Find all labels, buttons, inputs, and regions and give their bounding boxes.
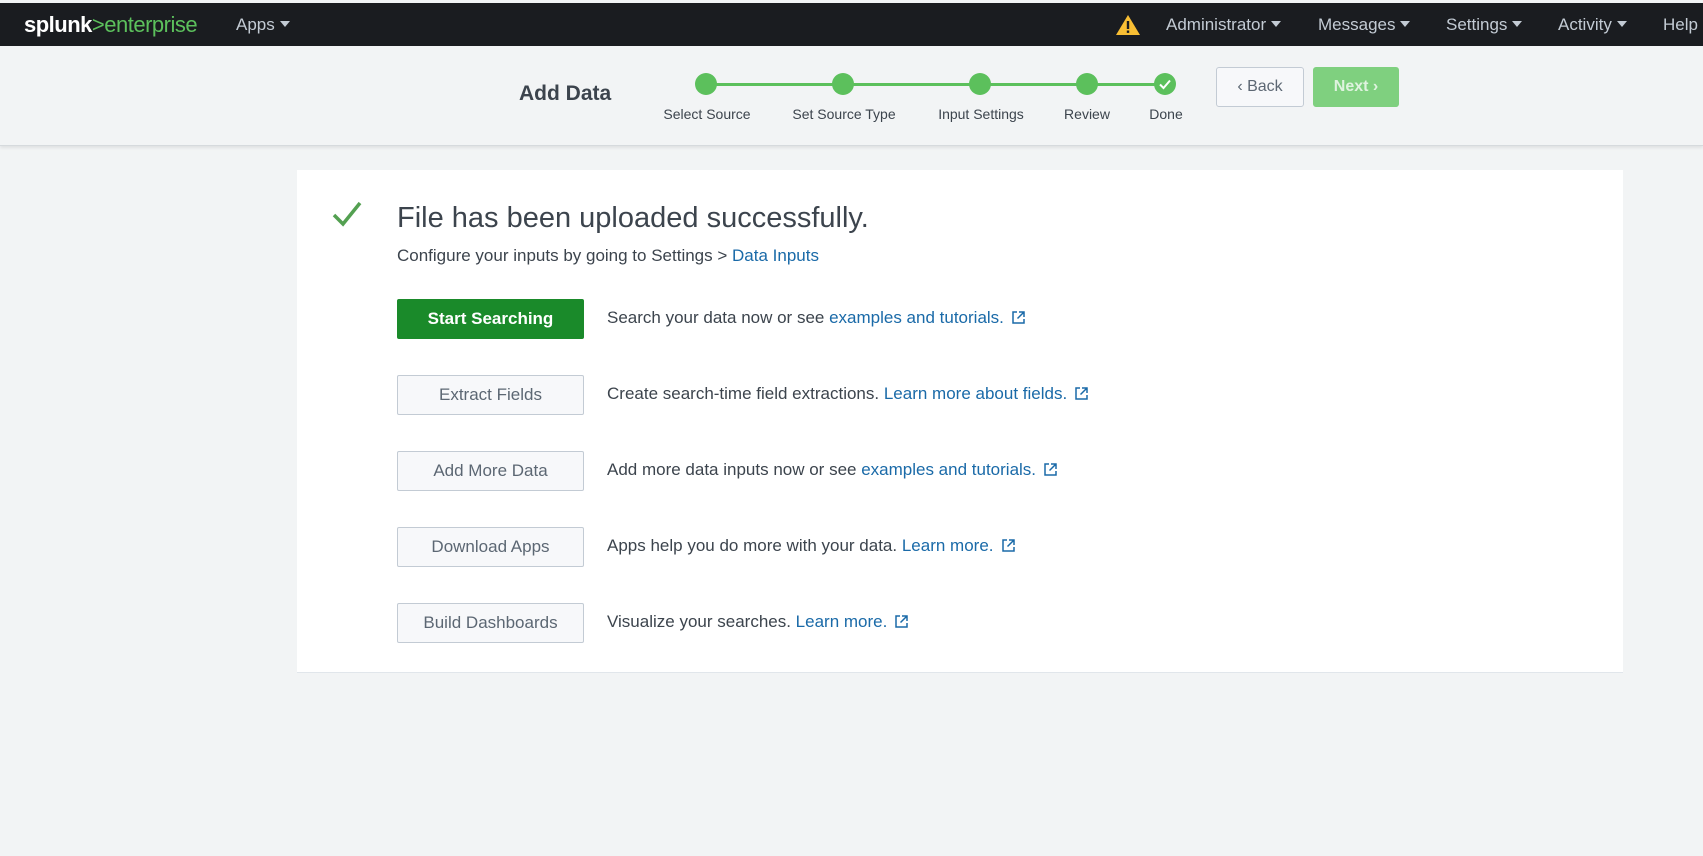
top-nav-bar: splunk>enterprise Apps Administrator Mes… <box>0 3 1703 46</box>
apps-menu[interactable]: Apps <box>236 15 290 35</box>
chevron-right-icon: › <box>1372 78 1379 95</box>
external-link-icon <box>1001 539 1015 552</box>
messages-menu[interactable]: Messages <box>1318 15 1411 35</box>
external-link-icon <box>895 615 909 628</box>
external-link-icon <box>1012 311 1025 324</box>
step-label-select-source: Select Source <box>663 106 751 122</box>
step-select-source-dot <box>695 73 717 95</box>
help-menu-label: Help <box>1663 15 1698 34</box>
step-input-settings-dot <box>969 73 991 95</box>
action-row-add-more-data: Add More Data Add more data inputs now o… <box>397 451 1497 491</box>
step-label-done: Done <box>1149 106 1183 122</box>
examples-tutorials-link[interactable]: examples and tutorials. <box>861 460 1057 479</box>
step-set-source-type-dot <box>832 73 854 95</box>
extract-fields-button[interactable]: Extract Fields <box>397 375 584 415</box>
action-description-text: Create search-time field extractions. <box>607 384 884 403</box>
activity-menu-label: Activity <box>1558 15 1612 34</box>
page-title: Add Data <box>519 82 612 105</box>
apps-menu-label: Apps <box>236 15 275 34</box>
checkmark-icon <box>332 201 362 227</box>
build-dashboards-button[interactable]: Build Dashboards <box>397 603 584 643</box>
external-link-icon <box>1075 387 1088 400</box>
action-description-text: Visualize your searches. <box>607 612 796 631</box>
examples-tutorials-link[interactable]: examples and tutorials. <box>829 308 1025 327</box>
logo-splunk: splunk <box>24 12 92 37</box>
link-text: examples and tutorials. <box>861 460 1037 479</box>
help-menu[interactable]: Help <box>1663 15 1698 35</box>
download-apps-button[interactable]: Download Apps <box>397 527 584 567</box>
action-row-start-searching: Start Searching Search your data now or … <box>397 299 1497 339</box>
add-more-data-button[interactable]: Add More Data <box>397 451 584 491</box>
chevron-down-icon <box>1616 20 1627 27</box>
step-label-input-settings: Input Settings <box>938 106 1024 122</box>
chevron-left-icon: ‹ <box>1237 78 1243 95</box>
external-link-icon <box>1044 463 1057 476</box>
settings-menu-label: Settings <box>1446 15 1508 34</box>
learn-more-link[interactable]: Learn more. <box>796 612 909 631</box>
step-done-check-icon <box>1154 73 1176 95</box>
splunk-enterprise-logo[interactable]: splunk>enterprise <box>24 12 198 38</box>
next-button[interactable]: Next › <box>1313 67 1399 107</box>
link-text: Learn more about fields. <box>883 384 1068 403</box>
learn-more-link[interactable]: Learn more. <box>902 536 1015 555</box>
action-description-text: Apps help you do more with your data. <box>607 536 902 555</box>
link-text: Learn more. <box>795 612 888 631</box>
administrator-menu-label: Administrator <box>1166 15 1267 34</box>
next-button-label: Next <box>1333 78 1369 95</box>
upload-success-panel: File has been uploaded successfully. Con… <box>297 170 1623 673</box>
action-description-text: Add more data inputs now or see <box>607 460 862 479</box>
logo-enterprise: enterprise <box>104 12 198 37</box>
add-more-data-description: Add more data inputs now or see examples… <box>607 460 1057 480</box>
activity-menu[interactable]: Activity <box>1558 15 1627 35</box>
back-button[interactable]: ‹ Back <box>1216 67 1304 107</box>
success-headline: File has been uploaded successfully. <box>397 202 869 234</box>
back-button-label: Back <box>1247 78 1283 95</box>
configure-inputs-text: Configure your inputs by going to Settin… <box>397 246 819 266</box>
action-description-text: Search your data now or see <box>607 308 830 327</box>
step-label-review: Review <box>1064 106 1110 122</box>
link-text: examples and tutorials. <box>829 308 1004 327</box>
chevron-down-icon <box>1271 20 1282 27</box>
link-text: Learn more. <box>901 536 994 555</box>
settings-menu[interactable]: Settings <box>1446 15 1523 35</box>
administrator-menu[interactable]: Administrator <box>1166 15 1282 35</box>
action-row-build-dashboards: Build Dashboards Visualize your searches… <box>397 603 1497 643</box>
download-apps-description: Apps help you do more with your data. Le… <box>607 536 1015 556</box>
step-review-dot <box>1076 73 1098 95</box>
extract-fields-description: Create search-time field extractions. Le… <box>607 384 1088 404</box>
start-searching-description: Search your data now or see examples and… <box>607 308 1025 328</box>
warning-icon[interactable] <box>1115 14 1141 36</box>
logo-gt: > <box>91 12 105 37</box>
action-row-download-apps: Download Apps Apps help you do more with… <box>397 527 1497 567</box>
step-label-set-source-type: Set Source Type <box>792 106 896 122</box>
start-searching-button[interactable]: Start Searching <box>397 299 584 339</box>
data-inputs-link[interactable]: Data Inputs <box>732 246 819 265</box>
build-dashboards-description: Visualize your searches. Learn more. <box>607 612 909 632</box>
chevron-down-icon <box>1512 20 1523 27</box>
messages-menu-label: Messages <box>1318 15 1396 34</box>
configure-inputs-prefix: Configure your inputs by going to Settin… <box>397 246 733 265</box>
add-data-wizard-bar: Add Data Select Source Set Source Type I… <box>0 46 1703 146</box>
learn-more-fields-link[interactable]: Learn more about fields. <box>884 384 1088 403</box>
action-row-extract-fields: Extract Fields Create search-time field … <box>397 375 1497 415</box>
chevron-down-icon <box>279 20 290 27</box>
chevron-down-icon <box>1400 20 1411 27</box>
